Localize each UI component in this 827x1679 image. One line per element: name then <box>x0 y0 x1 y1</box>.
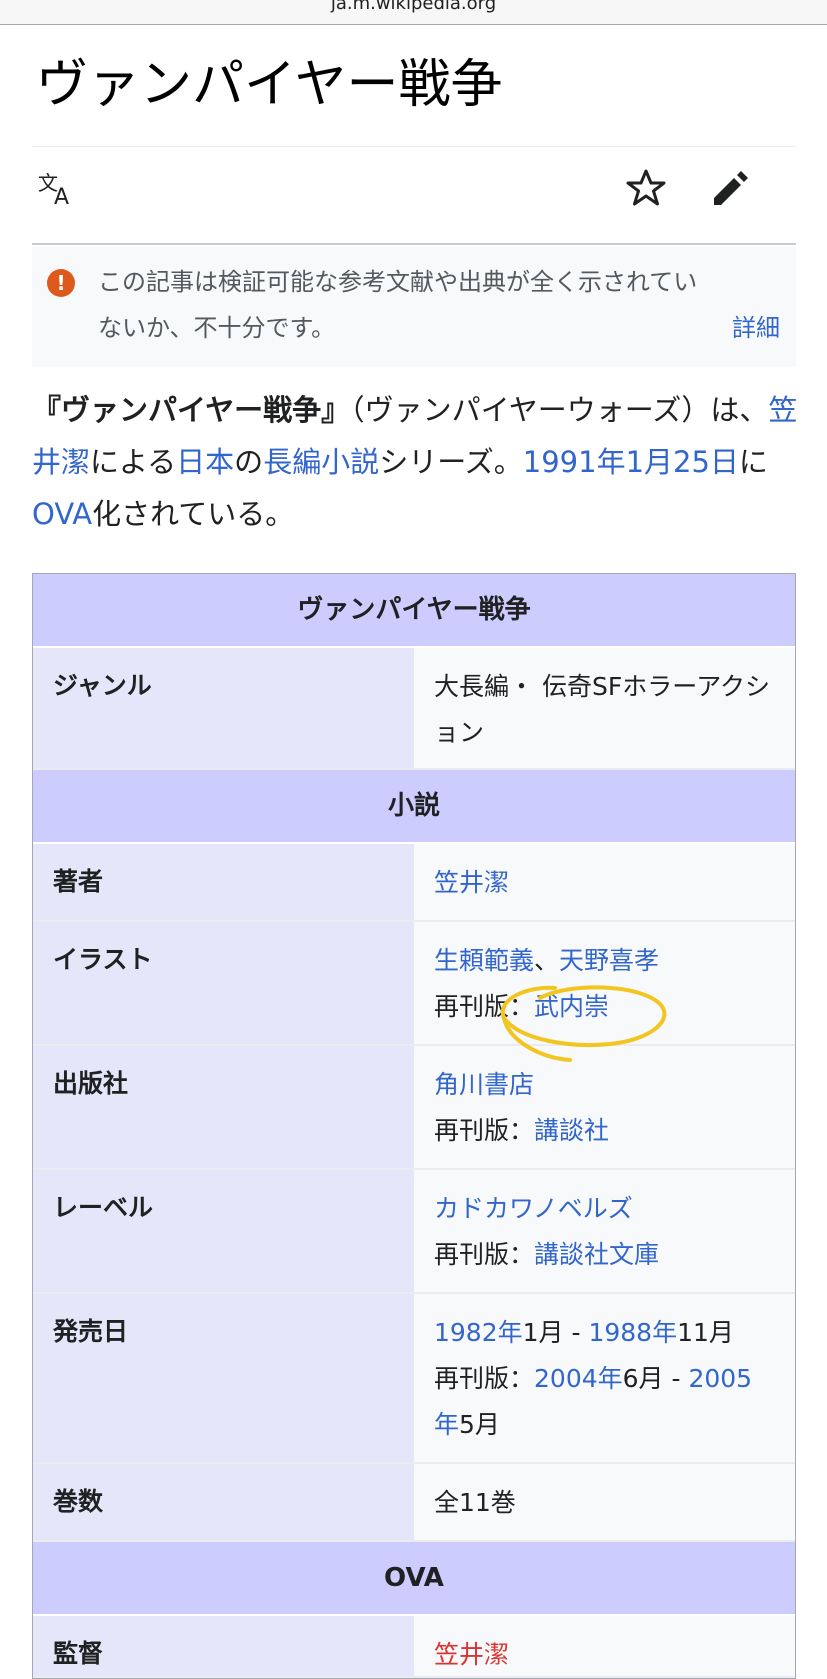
dash: - <box>563 1318 589 1347</box>
row-value: 笠井潔 <box>414 844 795 920</box>
row-value: 全11巻 <box>414 1464 795 1540</box>
infobox-row-illustration: イラスト 生頼範義、天野喜孝 再刊版：武内崇 <box>33 922 795 1046</box>
country-link[interactable]: 日本 <box>176 445 234 479</box>
lead-text: に <box>738 445 768 479</box>
release-year-link[interactable]: 1988年 <box>588 1318 677 1347</box>
lead-text: 化されている。 <box>92 497 295 531</box>
row-label: 発売日 <box>33 1294 414 1462</box>
infobox: ヴァンパイヤー戦争 ジャンル 大長編・ 伝奇SFホラーアクション 小説 著者 笠… <box>32 573 796 1679</box>
page-title: ヴァンパイヤー戦争 <box>36 55 503 115</box>
row-value: 生頼範義、天野喜孝 再刊版：武内崇 <box>414 922 795 1044</box>
section-header-ova: OVA <box>33 1542 795 1616</box>
dash: - <box>663 1364 689 1393</box>
lead-text: シリーズ。 <box>379 445 523 479</box>
genre-link[interactable]: 長編小説 <box>263 445 379 479</box>
title-divider <box>32 146 796 147</box>
infobox-title: ヴァンパイヤー戦争 <box>33 574 795 648</box>
publisher-link[interactable]: 角川書店 <box>434 1070 534 1099</box>
row-value: 1982年1月 - 1988年11月 再刊版：2004年6月 - 2005年5月 <box>414 1294 795 1462</box>
citation-notice: ! この記事は検証可能な参考文献や出典が全く示されていないか、不十分です。 詳細 <box>32 247 796 367</box>
exclamation-icon: ! <box>47 269 75 297</box>
translate-icon[interactable]: 文 A <box>36 166 84 214</box>
row-label: 著者 <box>33 844 414 920</box>
illustrator-link-2[interactable]: 天野喜孝 <box>559 946 659 975</box>
lead-paragraph: 『ヴァンパイヤー戦争』（ヴァンパイヤーウォーズ）は、笠井潔による日本の長編小説シ… <box>32 384 802 540</box>
lead-reading: （ヴァンパイヤーウォーズ） <box>350 393 711 427</box>
star-icon[interactable] <box>624 166 672 214</box>
reprint-prefix: 再刊版： <box>434 992 535 1021</box>
infobox-row-volumes: 巻数 全11巻 <box>33 1464 795 1542</box>
release-year-link[interactable]: 2004年 <box>534 1364 623 1393</box>
svg-text:A: A <box>54 185 69 210</box>
infobox-row-genre: ジャンル 大長編・ 伝奇SFホラーアクション <box>33 648 795 770</box>
release-year-link[interactable]: 1982年 <box>434 1318 523 1347</box>
row-label: ジャンル <box>33 648 414 768</box>
row-label: 監督 <box>33 1616 414 1676</box>
ova-link[interactable]: OVA <box>32 497 92 531</box>
row-value: 大長編・ 伝奇SFホラーアクション <box>414 648 795 768</box>
infobox-row-author: 著者 笠井潔 <box>33 844 795 922</box>
infobox-row-director: 監督 笠井潔 <box>33 1616 795 1678</box>
lead-text: による <box>90 445 177 479</box>
release-month: 6月 <box>622 1364 664 1393</box>
url-text: ja.m.wikipedia.org <box>330 0 497 14</box>
lead-text: の <box>234 445 264 479</box>
separator: 、 <box>534 946 560 975</box>
browser-url-bar[interactable]: ja.m.wikipedia.org <box>0 0 827 25</box>
lead-text: は、 <box>710 393 769 427</box>
release-month: 5月 <box>459 1410 500 1439</box>
section-header-novel: 小説 <box>33 770 795 844</box>
row-label: レーベル <box>33 1170 414 1292</box>
notice-text: この記事は検証可能な参考文献や出典が全く示されていないか、不十分です。 <box>98 268 698 342</box>
illustrator-reprint-link[interactable]: 武内崇 <box>534 992 609 1021</box>
row-label: 出版社 <box>33 1046 414 1168</box>
imprint-reprint-link[interactable]: 講談社文庫 <box>534 1240 659 1269</box>
release-month: 1月 <box>522 1318 564 1347</box>
row-value: 角川書店 再刊版：講談社 <box>414 1046 795 1168</box>
pencil-icon[interactable] <box>708 166 756 214</box>
illustrator-link-1[interactable]: 生頼範義 <box>434 946 534 975</box>
infobox-row-label: レーベル カドカワノベルズ 再刊版：講談社文庫 <box>33 1170 795 1294</box>
reprint-prefix: 再刊版： <box>434 1240 535 1269</box>
lead-bold-title: 『ヴァンパイヤー戦争』 <box>32 393 351 427</box>
row-label: イラスト <box>33 922 414 1044</box>
imprint-link[interactable]: カドカワノベルズ <box>434 1194 633 1223</box>
release-month: 11月 <box>677 1318 734 1347</box>
notice-details-link[interactable]: 詳細 <box>732 305 780 351</box>
reprint-prefix: 再刊版： <box>434 1116 535 1145</box>
toolbar-divider <box>32 243 796 245</box>
date-link[interactable]: 1991年1月25日 <box>523 445 739 479</box>
row-label: 巻数 <box>33 1464 414 1540</box>
publisher-reprint-link[interactable]: 講談社 <box>534 1116 609 1145</box>
author-value-link[interactable]: 笠井潔 <box>434 868 509 897</box>
row-value: 笠井潔 <box>414 1616 795 1676</box>
row-value: カドカワノベルズ 再刊版：講談社文庫 <box>414 1170 795 1292</box>
infobox-row-release: 発売日 1982年1月 - 1988年11月 再刊版：2004年6月 - 200… <box>33 1294 795 1464</box>
infobox-row-publisher: 出版社 角川書店 再刊版：講談社 <box>33 1046 795 1170</box>
page-actions-toolbar: 文 A <box>32 166 796 232</box>
director-redlink[interactable]: 笠井潔 <box>434 1640 509 1669</box>
reprint-prefix: 再刊版： <box>434 1364 535 1393</box>
